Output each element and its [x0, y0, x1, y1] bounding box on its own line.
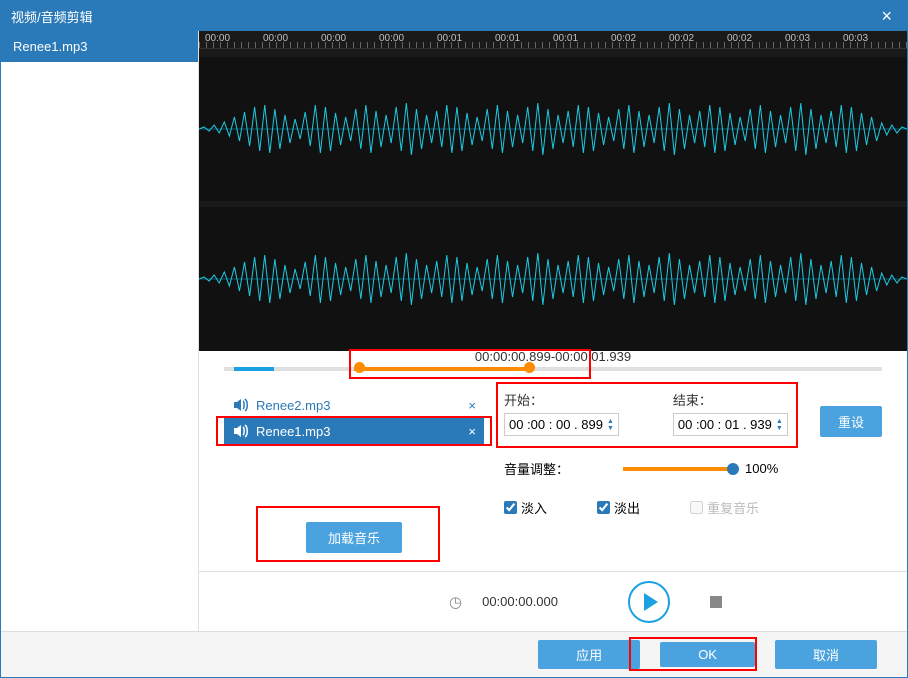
repeat-music-checkbox[interactable]: 重复音乐: [690, 498, 759, 517]
title-bar: 视频/音频剪辑 ×: [1, 1, 907, 31]
playback-bar: ◷ 00:00:00.000: [199, 571, 907, 631]
time-ruler: 00:00 00:00 00:00 00:00 00:01 00:01 00:0…: [199, 31, 907, 49]
stepper-down-icon[interactable]: ▼: [607, 425, 614, 432]
waveform-channel-left: [199, 57, 907, 201]
window-title: 视频/音频剪辑: [11, 7, 93, 26]
range-label: 00:00:00.899-00:00:01.939: [475, 349, 631, 364]
range-slider-row: 00:00:00.899-00:00:01.939: [199, 349, 907, 385]
playlist-item[interactable]: Renee2.mp3 ×: [224, 392, 484, 418]
load-music-button[interactable]: 加载音乐: [306, 522, 402, 553]
waveform-channel-right: [199, 207, 907, 351]
volume-handle[interactable]: [727, 463, 739, 475]
range-handle-end[interactable]: [524, 362, 535, 373]
stepper-down-icon[interactable]: ▼: [776, 425, 783, 432]
volume-label: 音量调整：: [504, 459, 569, 478]
speaker-icon: [232, 397, 248, 413]
start-label: 开始：: [504, 390, 619, 409]
speaker-icon: [232, 423, 248, 439]
fade-in-checkbox[interactable]: 淡入: [504, 498, 547, 517]
start-time-input[interactable]: 00 :00 : 00 . 899 ▲▼: [504, 413, 619, 436]
reset-button[interactable]: 重设: [820, 406, 882, 437]
volume-slider[interactable]: [623, 467, 733, 471]
footer-bar: 应用 OK 取消: [1, 631, 907, 677]
playback-time: 00:00:00.000: [482, 594, 558, 609]
range-handle-start[interactable]: [354, 362, 365, 373]
sidebar-file-item[interactable]: Renee1.mp3: [1, 31, 198, 62]
stepper-up-icon[interactable]: ▲: [776, 418, 783, 425]
play-icon: [644, 593, 658, 611]
ok-button[interactable]: OK: [660, 642, 755, 667]
stop-button[interactable]: [710, 596, 722, 608]
end-label: 结束：: [673, 390, 788, 409]
playlist-item-name: Renee1.mp3: [256, 424, 460, 439]
close-icon[interactable]: ×: [876, 6, 897, 27]
fade-out-checkbox[interactable]: 淡出: [597, 498, 640, 517]
end-time-input[interactable]: 00 :00 : 01 . 939 ▲▼: [673, 413, 788, 436]
clock-icon: ◷: [449, 593, 462, 611]
stepper-up-icon[interactable]: ▲: [607, 418, 614, 425]
file-sidebar: Renee1.mp3: [1, 31, 199, 631]
playlist-item-close-icon[interactable]: ×: [468, 424, 476, 439]
volume-value: 100%: [745, 461, 778, 476]
playlist-item-close-icon[interactable]: ×: [468, 398, 476, 413]
cancel-button[interactable]: 取消: [775, 640, 877, 669]
play-button[interactable]: [628, 581, 670, 623]
playlist-item-name: Renee2.mp3: [256, 398, 460, 413]
waveform-display: [199, 49, 907, 349]
apply-button[interactable]: 应用: [538, 640, 640, 669]
range-slider-track[interactable]: [224, 367, 882, 371]
playlist-item[interactable]: Renee1.mp3 ×: [224, 418, 484, 444]
